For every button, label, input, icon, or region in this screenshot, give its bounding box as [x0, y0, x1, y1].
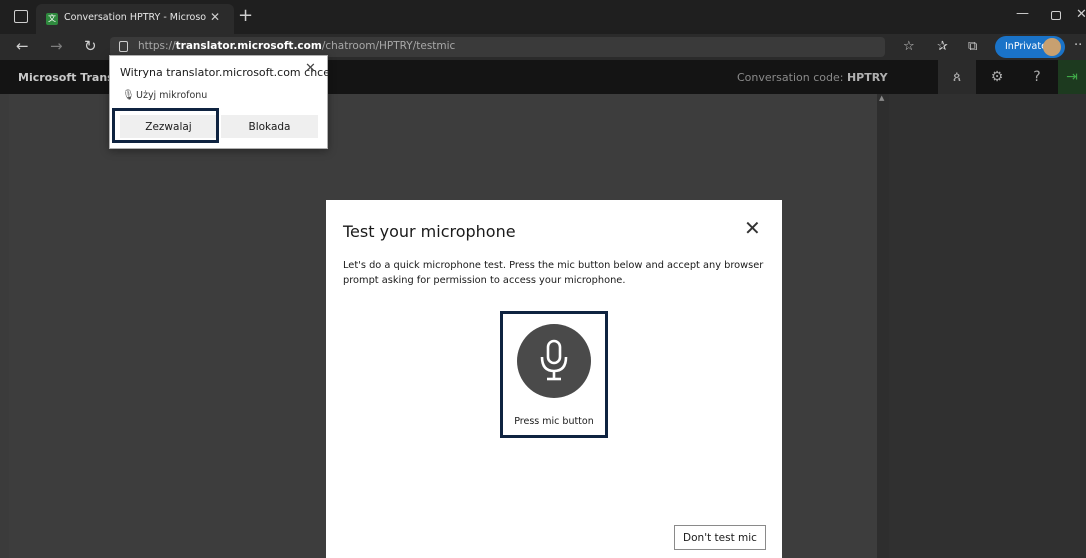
- exit-button[interactable]: ⇥: [1058, 60, 1086, 94]
- url-prefix: https://: [138, 40, 176, 52]
- collections-icon[interactable]: ⧉: [968, 39, 977, 54]
- help-button[interactable]: ?: [1018, 60, 1056, 94]
- tab-title: Conversation HPTRY - Microsoft: [64, 12, 206, 23]
- help-icon: ?: [1033, 69, 1041, 85]
- dont-test-mic-button[interactable]: Don't test mic: [674, 525, 766, 550]
- settings-button[interactable]: ⚙: [978, 60, 1016, 94]
- url-host: translator.microsoft.com: [175, 40, 322, 52]
- url-text[interactable]: https://translator.microsoft.com/chatroo…: [138, 40, 455, 52]
- translator-favicon-icon: 文: [46, 13, 58, 25]
- tab-close-icon[interactable]: ✕: [210, 10, 220, 24]
- settings-icon: ⚙: [990, 69, 1004, 85]
- dialog-title: Test your microphone: [343, 222, 516, 241]
- refresh-icon[interactable]: ↻: [84, 37, 97, 55]
- participants-icon: ጰ: [952, 69, 962, 85]
- address-bar[interactable]: https://translator.microsoft.com/chatroo…: [110, 37, 885, 57]
- more-icon[interactable]: ··: [1074, 38, 1082, 53]
- block-button[interactable]: Blokada: [221, 115, 318, 138]
- scrollbar[interactable]: ▲: [877, 94, 889, 558]
- window-close-icon[interactable]: ✕: [1076, 7, 1086, 22]
- microphone-icon: 🎙: [122, 90, 135, 101]
- dialog-description: Let's do a quick microphone test. Press …: [343, 260, 764, 286]
- browser-tab[interactable]: 文 Conversation HPTRY - Microsoft ✕: [36, 4, 234, 34]
- conversation-code-value: HPTRY: [846, 71, 888, 84]
- conversation-code: Conversation code: HPTRY: [737, 71, 888, 84]
- permission-title: Witryna translator.microsoft.com chce: [120, 66, 330, 79]
- permission-close-icon[interactable]: ✕: [305, 61, 316, 76]
- avatar: [1043, 38, 1061, 56]
- mic-button[interactable]: [517, 324, 591, 398]
- minimize-icon[interactable]: —: [1016, 6, 1029, 21]
- scroll-up-icon[interactable]: ▲: [879, 94, 884, 102]
- microphone-icon: [540, 339, 568, 381]
- exit-icon: ⇥: [1066, 69, 1078, 85]
- browser-tab-strip: 文 Conversation HPTRY - Microsoft ✕ + — ✕: [0, 0, 1086, 34]
- mic-test-dialog: Test your microphone ✕ Let's do a quick …: [326, 200, 782, 558]
- side-panel: [889, 94, 1086, 558]
- favorites-icon[interactable]: ✰: [937, 39, 948, 54]
- permission-description: Użyj mikrofonu: [136, 90, 208, 101]
- tab-actions-icon[interactable]: [14, 10, 28, 23]
- read-aloud-icon[interactable]: ☆: [903, 39, 915, 54]
- url-path: /chatroom/HPTRY/testmic: [321, 40, 456, 52]
- participants-button[interactable]: ጰ: [938, 60, 976, 94]
- new-tab-icon[interactable]: +: [238, 5, 253, 26]
- allow-highlight-box: [112, 108, 219, 143]
- forward-icon[interactable]: →: [50, 37, 63, 55]
- restore-icon[interactable]: [1051, 11, 1061, 20]
- dialog-close-icon[interactable]: ✕: [744, 216, 761, 240]
- inprivate-button[interactable]: InPrivate: [995, 36, 1065, 58]
- lock-icon[interactable]: [119, 41, 128, 52]
- mic-button-label: Press mic button: [514, 416, 594, 427]
- inprivate-label: InPrivate: [1005, 41, 1047, 52]
- back-icon[interactable]: ←: [16, 37, 29, 55]
- conversation-code-label: Conversation code:: [737, 71, 847, 84]
